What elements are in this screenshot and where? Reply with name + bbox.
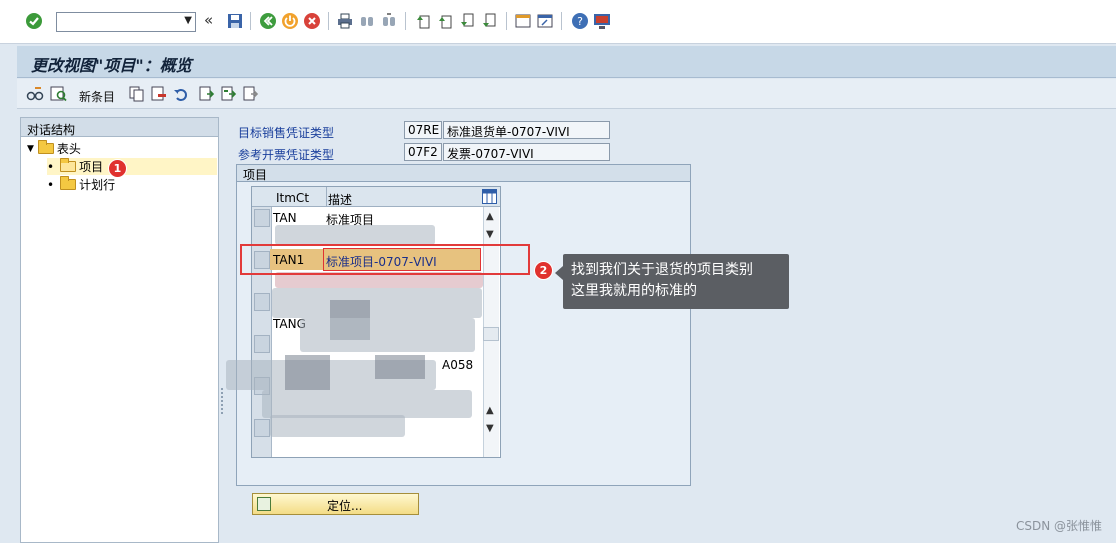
callout-line-1: 找到我们关于退货的项目类别 (571, 262, 753, 278)
column-header-description[interactable]: 描述 (328, 191, 352, 208)
target-sales-doc-type-code: 07RE (404, 121, 442, 139)
shortcut-icon[interactable] (536, 12, 554, 30)
last-page-icon[interactable] (480, 12, 498, 30)
delete-icon[interactable] (150, 85, 168, 103)
splitter-grip[interactable] (221, 388, 223, 414)
help-icon[interactable]: ? (571, 12, 589, 30)
blurred-region (300, 318, 475, 352)
items-group-title: 项目 (237, 165, 690, 182)
watermark: CSDN @张惟惟 (1015, 519, 1102, 533)
scroll-down-icon[interactable]: ▼ (486, 229, 494, 240)
ref-billing-doc-type-desc: 发票-0707-VIVI (443, 143, 610, 161)
back-icon[interactable] (259, 12, 277, 30)
blurred-region (285, 355, 330, 390)
enter-check-icon[interactable] (25, 12, 43, 30)
exit-icon[interactable] (281, 12, 299, 30)
scroll-up-icon[interactable]: ▲ (486, 405, 494, 416)
find-next-icon[interactable] (380, 12, 398, 30)
folder-icon (60, 176, 77, 190)
expand-triangle-icon[interactable]: ▼ (27, 144, 34, 154)
position-button[interactable]: 定位... (252, 493, 419, 515)
undo-icon[interactable] (172, 85, 190, 103)
customize-layout-icon[interactable] (593, 12, 611, 30)
tree-node-schedule-lines[interactable]: • 计划行 (47, 176, 115, 193)
copy-as-icon[interactable] (128, 85, 146, 103)
tree-node-items[interactable]: • 项目 (47, 158, 217, 175)
dialog-structure-panel: 对话结构 ▼ 表头 • 项目 • 计划行 (20, 117, 219, 543)
save-icon[interactable] (226, 12, 244, 30)
page-title: 更改视图"项目"：概览 (31, 56, 192, 75)
command-field[interactable]: ▼ (56, 12, 196, 32)
screen-title-bar: 更改视图"项目"：概览 (17, 46, 1116, 78)
system-toolbar: ▼ « ? (0, 0, 1116, 44)
row-selector[interactable] (254, 209, 270, 227)
column-header-itmct[interactable]: ItmCt (276, 191, 309, 205)
position-icon (257, 497, 271, 511)
select-block-icon[interactable] (220, 85, 238, 103)
annotation-badge-1: 1 (108, 159, 127, 178)
cancel-icon[interactable] (303, 12, 321, 30)
table-header: ItmCt 描述 (252, 187, 500, 207)
row-description: A058 (442, 358, 474, 372)
previous-page-icon[interactable] (436, 12, 454, 30)
print-icon[interactable] (336, 12, 354, 30)
edit-glasses-icon[interactable] (26, 85, 44, 103)
display-change-icon[interactable] (50, 85, 68, 103)
row-selector[interactable] (254, 419, 270, 437)
bullet-icon: • (47, 177, 55, 192)
svg-text:?: ? (577, 15, 583, 28)
blurred-region (275, 225, 435, 245)
new-session-icon[interactable] (514, 12, 532, 30)
scroll-thumb[interactable] (483, 327, 499, 341)
blurred-region (375, 355, 425, 379)
scroll-down-icon[interactable]: ▼ (486, 423, 494, 434)
collapse-chevron-icon[interactable]: « (204, 11, 213, 29)
panel-splitter[interactable] (219, 117, 225, 543)
blurred-region (262, 390, 472, 418)
deselect-all-icon[interactable] (242, 85, 260, 103)
bullet-icon: • (47, 159, 55, 174)
dropdown-arrow-icon[interactable]: ▼ (184, 15, 192, 26)
application-toolbar: 新条目 (17, 79, 1116, 109)
folder-icon (37, 140, 54, 154)
ref-billing-doc-type-code: 07F2 (404, 143, 442, 161)
first-page-icon[interactable] (414, 12, 432, 30)
next-page-icon[interactable] (458, 12, 476, 30)
tree-node-label: 项目 (79, 160, 104, 174)
annotation-highlight-box (240, 244, 530, 275)
callout-line-2: 这里我就用的标准的 (571, 283, 697, 299)
tree-node-label: 计划行 (79, 178, 116, 192)
open-folder-icon (60, 158, 77, 172)
select-all-icon[interactable] (198, 85, 216, 103)
tree-node-header[interactable]: ▼ 表头 (27, 140, 81, 157)
annotation-badge-2: 2 (534, 261, 553, 280)
ref-billing-doc-type-label: 参考开票凭证类型 (238, 148, 335, 162)
tree-node-label: 表头 (56, 142, 81, 156)
target-sales-doc-type-label: 目标销售凭证类型 (238, 126, 335, 140)
find-icon[interactable] (358, 12, 376, 30)
table-settings-icon[interactable] (482, 189, 497, 204)
new-entries-button[interactable]: 新条目 (79, 88, 115, 105)
row-selector[interactable] (254, 335, 270, 353)
row-selector[interactable] (254, 293, 270, 311)
scroll-up-icon[interactable]: ▲ (486, 211, 494, 222)
dialog-structure-header: 对话结构 (21, 118, 218, 137)
blurred-region (270, 415, 405, 437)
blurred-region (272, 288, 482, 318)
row-itmct[interactable]: TAN (273, 211, 297, 225)
position-button-label: 定位... (327, 499, 363, 513)
annotation-callout: 找到我们关于退货的项目类别 这里我就用的标准的 (555, 254, 789, 309)
target-sales-doc-type-desc: 标准退货单-0707-VIVI (443, 121, 610, 139)
